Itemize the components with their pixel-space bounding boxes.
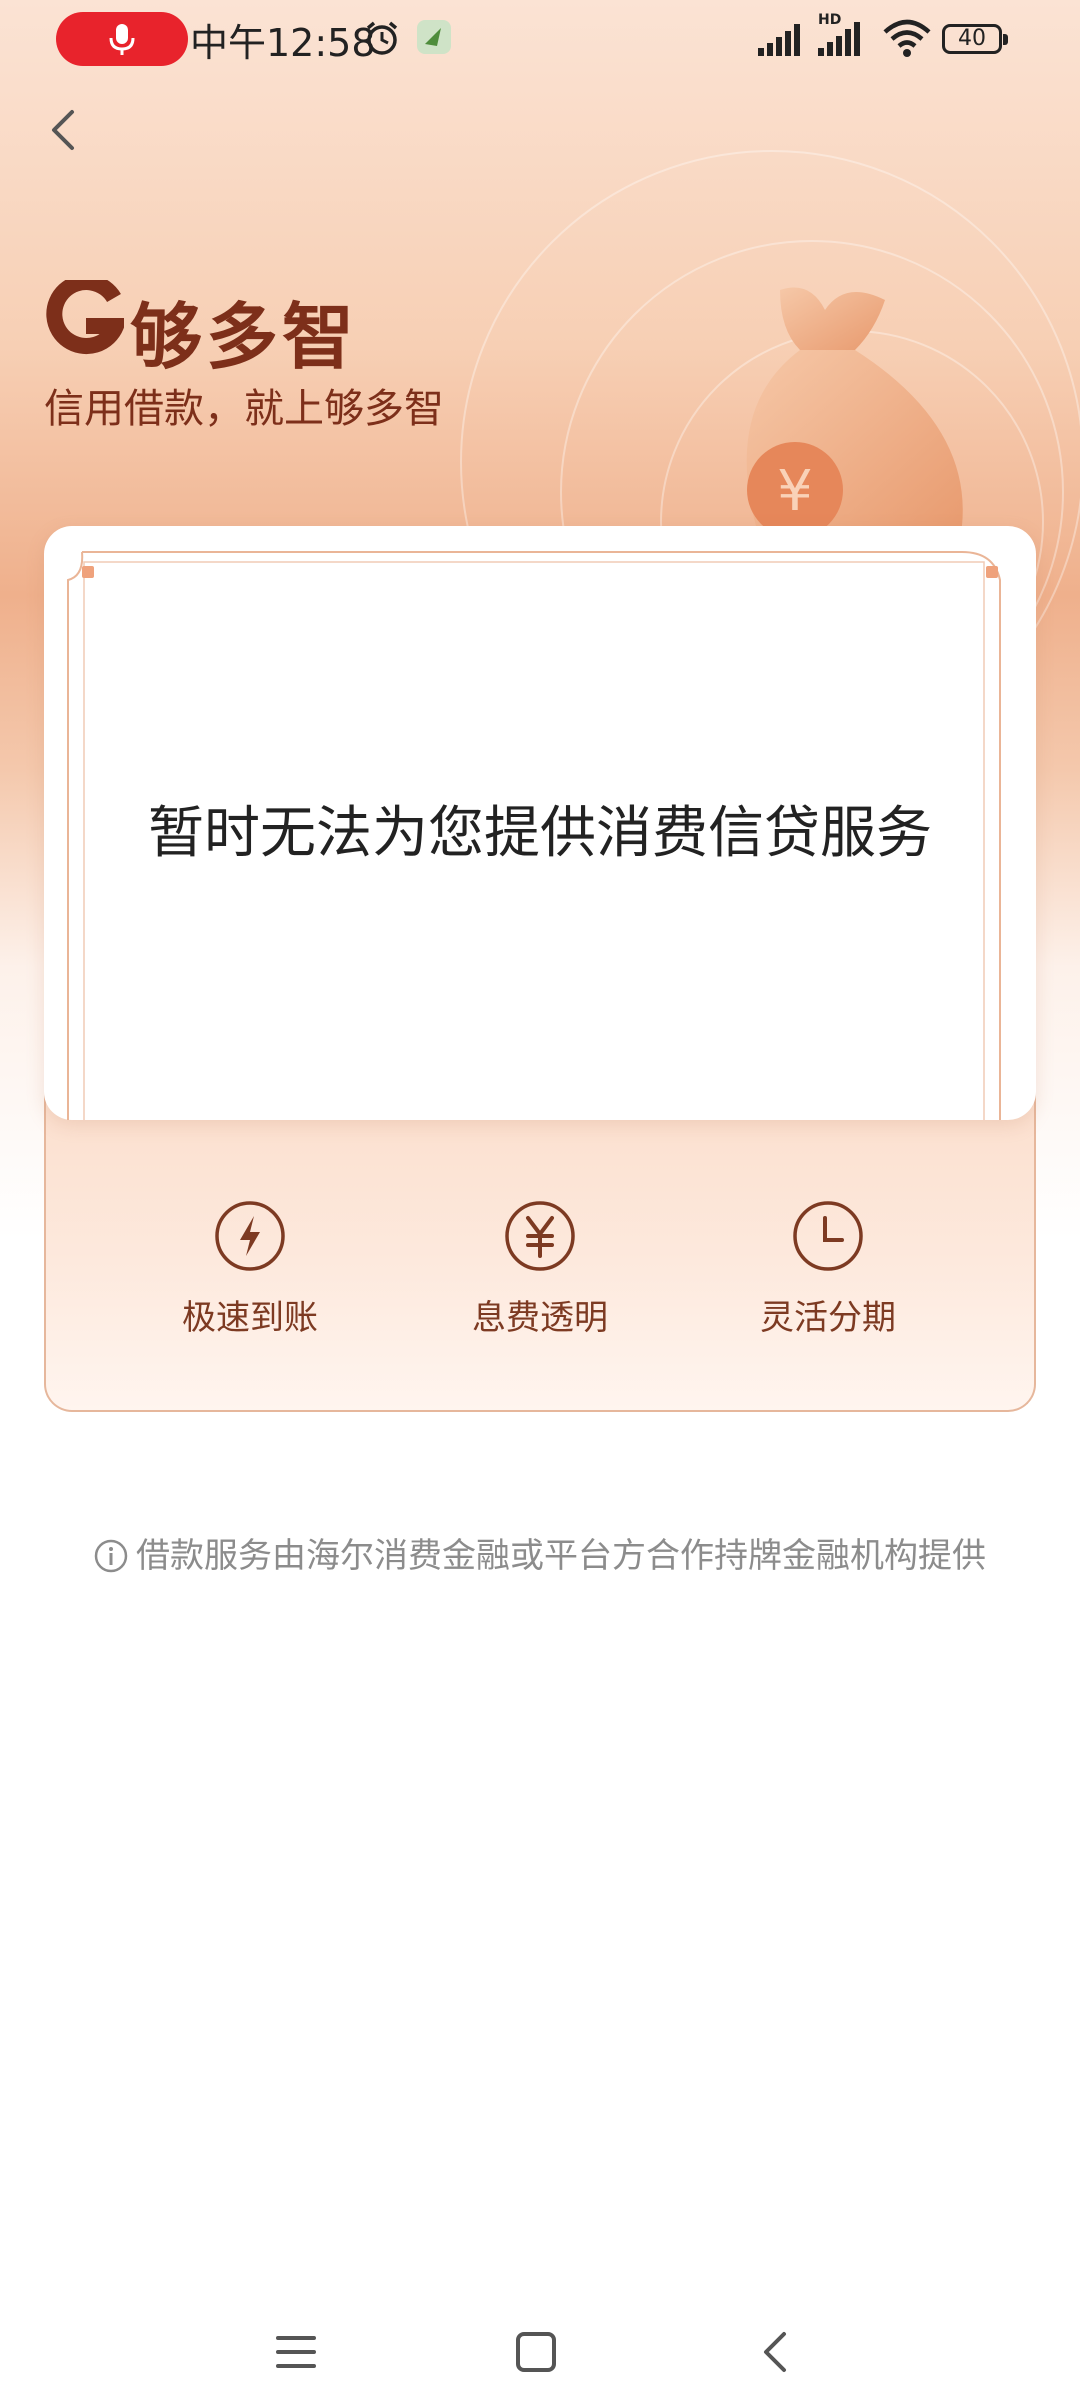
- microphone-indicator[interactable]: [56, 12, 188, 66]
- feature-transparent-fees: 息费透明: [420, 1200, 660, 1339]
- cellular-signal-icon: [818, 22, 860, 56]
- lightning-icon: [215, 1201, 285, 1271]
- info-icon: [94, 1539, 128, 1573]
- status-bar: 中午12:58 HD 40: [0, 0, 1080, 80]
- yuan-icon: [505, 1201, 575, 1271]
- app-notification-icon: [417, 20, 451, 54]
- feature-label: 息费透明: [472, 1298, 608, 1338]
- brand-logo-icon: [46, 280, 124, 355]
- clock-icon: [793, 1201, 863, 1271]
- disclaimer: 借款服务由海尔消费金融或平台方合作持牌金融机构提供: [0, 1528, 1080, 1577]
- feature-label: 极速到账: [182, 1298, 318, 1338]
- menu-icon: [276, 2336, 316, 2368]
- chevron-left-icon: [764, 2332, 786, 2372]
- recent-apps-button[interactable]: [256, 2312, 336, 2392]
- system-back-button[interactable]: [738, 2312, 818, 2392]
- home-button[interactable]: [496, 2312, 576, 2392]
- square-icon: [516, 2332, 556, 2372]
- brand-slogan: 信用借款，就上够多智: [44, 386, 444, 432]
- svg-text:¥: ¥: [777, 459, 813, 524]
- alarm-icon: [366, 21, 398, 55]
- system-navigation-bar: [0, 2300, 1080, 2400]
- status-time: 中午12:58: [190, 21, 376, 65]
- brand-name: 够多智: [130, 295, 359, 379]
- status-card: 暂时无法为您提供消费信贷服务: [44, 526, 1036, 1120]
- disclaimer-text: 借款服务由海尔消费金融或平台方合作持牌金融机构提供: [136, 1536, 986, 1576]
- wifi-icon: [883, 19, 931, 57]
- feature-label: 灵活分期: [760, 1298, 896, 1338]
- feature-flexible-installments: 灵活分期: [708, 1200, 948, 1339]
- card-message: 暂时无法为您提供消费信贷服务: [148, 801, 932, 866]
- back-button[interactable]: [36, 100, 96, 160]
- chevron-left-icon: [52, 110, 74, 150]
- cellular-signal-icon: [758, 24, 800, 56]
- feature-fast-arrival: 极速到账: [130, 1200, 370, 1339]
- money-bag-icon: ¥: [746, 287, 963, 540]
- microphone-icon: [109, 24, 135, 55]
- battery-indicator: 40: [942, 24, 1008, 54]
